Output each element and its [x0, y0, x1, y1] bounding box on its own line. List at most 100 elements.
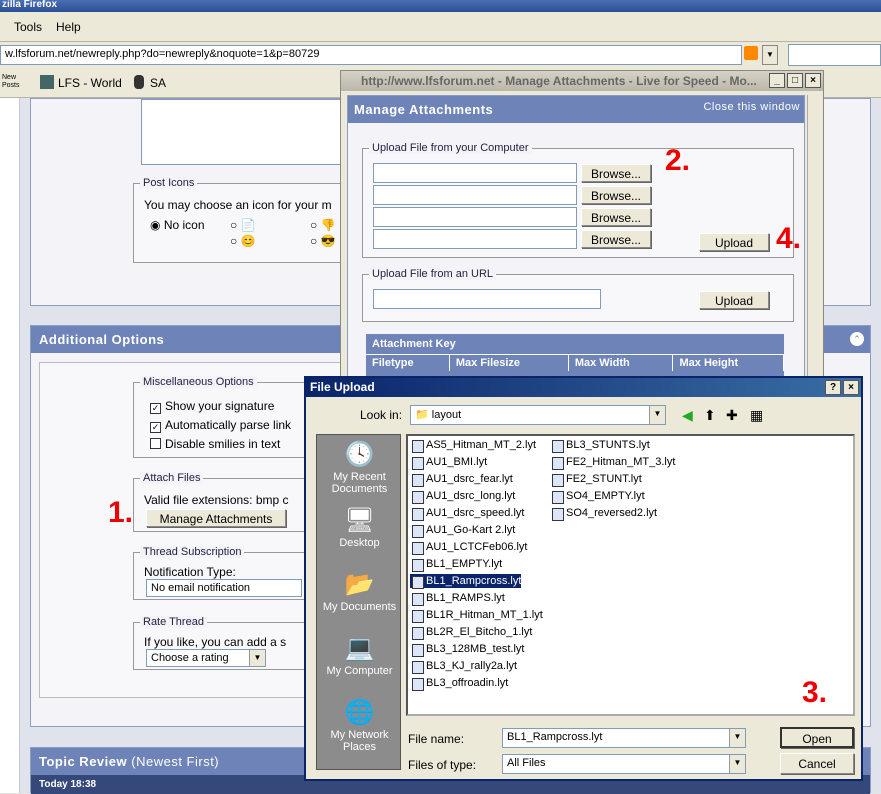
key-col-filesize: Max Filesize: [449, 355, 569, 371]
file-item[interactable]: FE2_Hitman_MT_3.lyt: [550, 455, 675, 470]
file-item[interactable]: BL1_Rampcross.lyt: [410, 574, 522, 589]
maximize-icon[interactable]: □: [787, 73, 803, 88]
file-item[interactable]: AU1_dsrc_long.lyt: [410, 489, 515, 504]
filetype-select[interactable]: All Files ▼: [502, 754, 746, 774]
file-item[interactable]: AU1_Go-Kart 2.lyt: [410, 523, 515, 538]
bookmark-lfs-world[interactable]: LFS - World: [40, 75, 122, 90]
file-input-3[interactable]: [373, 207, 577, 227]
back-icon[interactable]: ◀: [682, 407, 693, 424]
url-upload-input[interactable]: [373, 289, 601, 309]
rating-select[interactable]: Choose a rating ▼: [146, 649, 266, 667]
file-input-4[interactable]: [373, 229, 577, 249]
rate-thread-fieldset: Rate Thread If you like, you can add a s…: [133, 616, 333, 670]
view-menu-icon[interactable]: ▦: [750, 407, 763, 424]
place-label: My Documents: [322, 601, 397, 613]
filetype-label: Files of type:: [408, 758, 477, 772]
help-icon[interactable]: ?: [825, 380, 841, 395]
file-item[interactable]: BL3_128MB_test.lyt: [410, 642, 524, 657]
popup-header: Manage Attachments Close this window: [348, 96, 804, 123]
radio-doc-icon[interactable]: ○ 📄: [230, 218, 256, 232]
up-folder-icon[interactable]: ⬆: [704, 407, 716, 424]
new-folder-icon[interactable]: ✚: [726, 407, 738, 424]
url-dropdown-icon[interactable]: ▼: [762, 45, 778, 65]
file-item[interactable]: BL1_EMPTY.lyt: [410, 557, 502, 572]
manage-attachments-button[interactable]: Manage Attachments: [146, 509, 286, 527]
look-in-select[interactable]: 📁 layout ▼: [410, 405, 666, 425]
file-list[interactable]: AS5_Hitman_MT_2.lyt AU1_BMI.lyt AU1_dsrc_f…: [406, 434, 855, 716]
file-input-1[interactable]: [373, 163, 577, 183]
menu-help[interactable]: Help: [56, 20, 81, 34]
file-item[interactable]: BL1R_Hitman_MT_1.lyt: [410, 608, 543, 623]
radio-smile-icon[interactable]: ○ 😊: [230, 234, 256, 248]
label: Disable smilies in text: [165, 437, 281, 451]
place-label: My Network Places: [330, 729, 389, 753]
place-my-computer[interactable]: 💻 My Computer: [317, 635, 402, 677]
thread-subscription-legend: Thread Subscription: [140, 546, 245, 558]
radio-thumbsdown-icon[interactable]: ○ 👎: [310, 218, 336, 232]
minimize-icon[interactable]: _: [769, 73, 785, 88]
browse-button-2[interactable]: Browse...: [581, 186, 651, 204]
filename-input[interactable]: BL1_Rampcross.lyt ▼: [502, 728, 746, 748]
popup-body: Manage Attachments Close this window Upl…: [347, 95, 805, 401]
cancel-button[interactable]: Cancel: [780, 753, 854, 774]
search-box[interactable]: [788, 44, 881, 66]
open-button[interactable]: Open: [780, 727, 854, 748]
place-desktop[interactable]: 🖥 Desktop: [317, 507, 402, 549]
file-item[interactable]: AU1_dsrc_fear.lyt: [410, 472, 513, 487]
upload-button[interactable]: Upload: [699, 233, 769, 251]
browse-button-1[interactable]: Browse...: [581, 164, 651, 182]
place-recent[interactable]: 🕓 My Recent Documents: [317, 441, 402, 495]
file-item[interactable]: BL3_offroadin.lyt: [410, 676, 508, 691]
file-item[interactable]: AU1_BMI.lyt: [410, 455, 487, 470]
upload-url-button[interactable]: Upload: [699, 291, 769, 309]
file-item[interactable]: BL1_RAMPS.lyt: [410, 591, 505, 606]
file-item[interactable]: SO4_EMPTY.lyt: [550, 489, 645, 504]
menu-bar: Tools Help: [0, 12, 881, 42]
key-col-filetype: Filetype: [366, 355, 450, 371]
place-network[interactable]: 🌐 My Network Places: [317, 699, 402, 753]
close-window-link[interactable]: Close this window: [703, 101, 800, 113]
file-item[interactable]: SO4_reversed2.lyt: [550, 506, 657, 521]
bookmark-new-posts[interactable]: New Posts: [2, 74, 26, 90]
radio-cool-icon[interactable]: ○ 😎: [310, 234, 336, 248]
my-computer-icon: 💻: [344, 635, 375, 662]
checkbox-disable-smilies[interactable]: Disable smilies in text: [150, 437, 280, 451]
collapse-icon[interactable]: ⌃: [850, 332, 864, 346]
radio-no-icon[interactable]: ◉ No icon: [150, 218, 205, 232]
file-item[interactable]: AU1_dsrc_speed.lyt: [410, 506, 524, 521]
browse-button-4[interactable]: Browse...: [581, 230, 651, 248]
post-icons-legend: Post Icons: [140, 177, 198, 189]
rss-icon[interactable]: [744, 46, 758, 60]
checked-icon: ✓: [150, 403, 161, 414]
popup-heading: Manage Attachments: [354, 102, 494, 117]
place-my-documents[interactable]: 📂 My Documents: [317, 571, 402, 613]
notification-select[interactable]: No email notification: [146, 579, 302, 597]
notification-value: No email notification: [151, 582, 251, 594]
bookmark-label: SA: [150, 76, 167, 90]
page-left-strip: [0, 98, 20, 793]
checkbox-parse-links[interactable]: ✓ Automatically parse link: [150, 418, 291, 433]
file-item[interactable]: BL3_STUNTS.lyt: [550, 438, 650, 453]
file-item[interactable]: AS5_Hitman_MT_2.lyt: [410, 438, 536, 453]
dialog-close-icon[interactable]: ×: [843, 380, 859, 395]
popup-scrollbar[interactable]: [807, 95, 823, 401]
label: Automatically parse link: [165, 418, 292, 432]
file-item[interactable]: AU1_LCTCFeb06.lyt: [410, 540, 528, 555]
menu-tools[interactable]: Tools: [14, 20, 42, 34]
recent-documents-icon: 🕓: [344, 441, 375, 468]
file-input-2[interactable]: [373, 185, 577, 205]
close-icon[interactable]: ×: [805, 73, 821, 88]
bookmark-sa[interactable]: SA: [134, 75, 166, 90]
place-label: My Recent Documents: [331, 471, 388, 495]
message-textarea[interactable]: [141, 99, 351, 165]
file-item[interactable]: FE2_STUNT.lyt: [550, 472, 642, 487]
browse-button-3[interactable]: Browse...: [581, 208, 651, 226]
file-item[interactable]: BL2R_El_Bitcho_1.lyt: [410, 625, 532, 640]
misc-options-legend: Miscellaneous Options: [140, 376, 257, 388]
url-input[interactable]: w.lfsforum.net/newreply.php?do=newreply&…: [0, 45, 742, 65]
checked-icon: ✓: [150, 422, 161, 433]
file-item[interactable]: BL3_KJ_rally2a.lyt: [410, 659, 517, 674]
popup-titlebar: http://www.lfsforum.net - Manage Attachm…: [341, 71, 823, 91]
lfs-icon: [40, 75, 54, 89]
checkbox-show-signature[interactable]: ✓ Show your signature: [150, 399, 274, 414]
